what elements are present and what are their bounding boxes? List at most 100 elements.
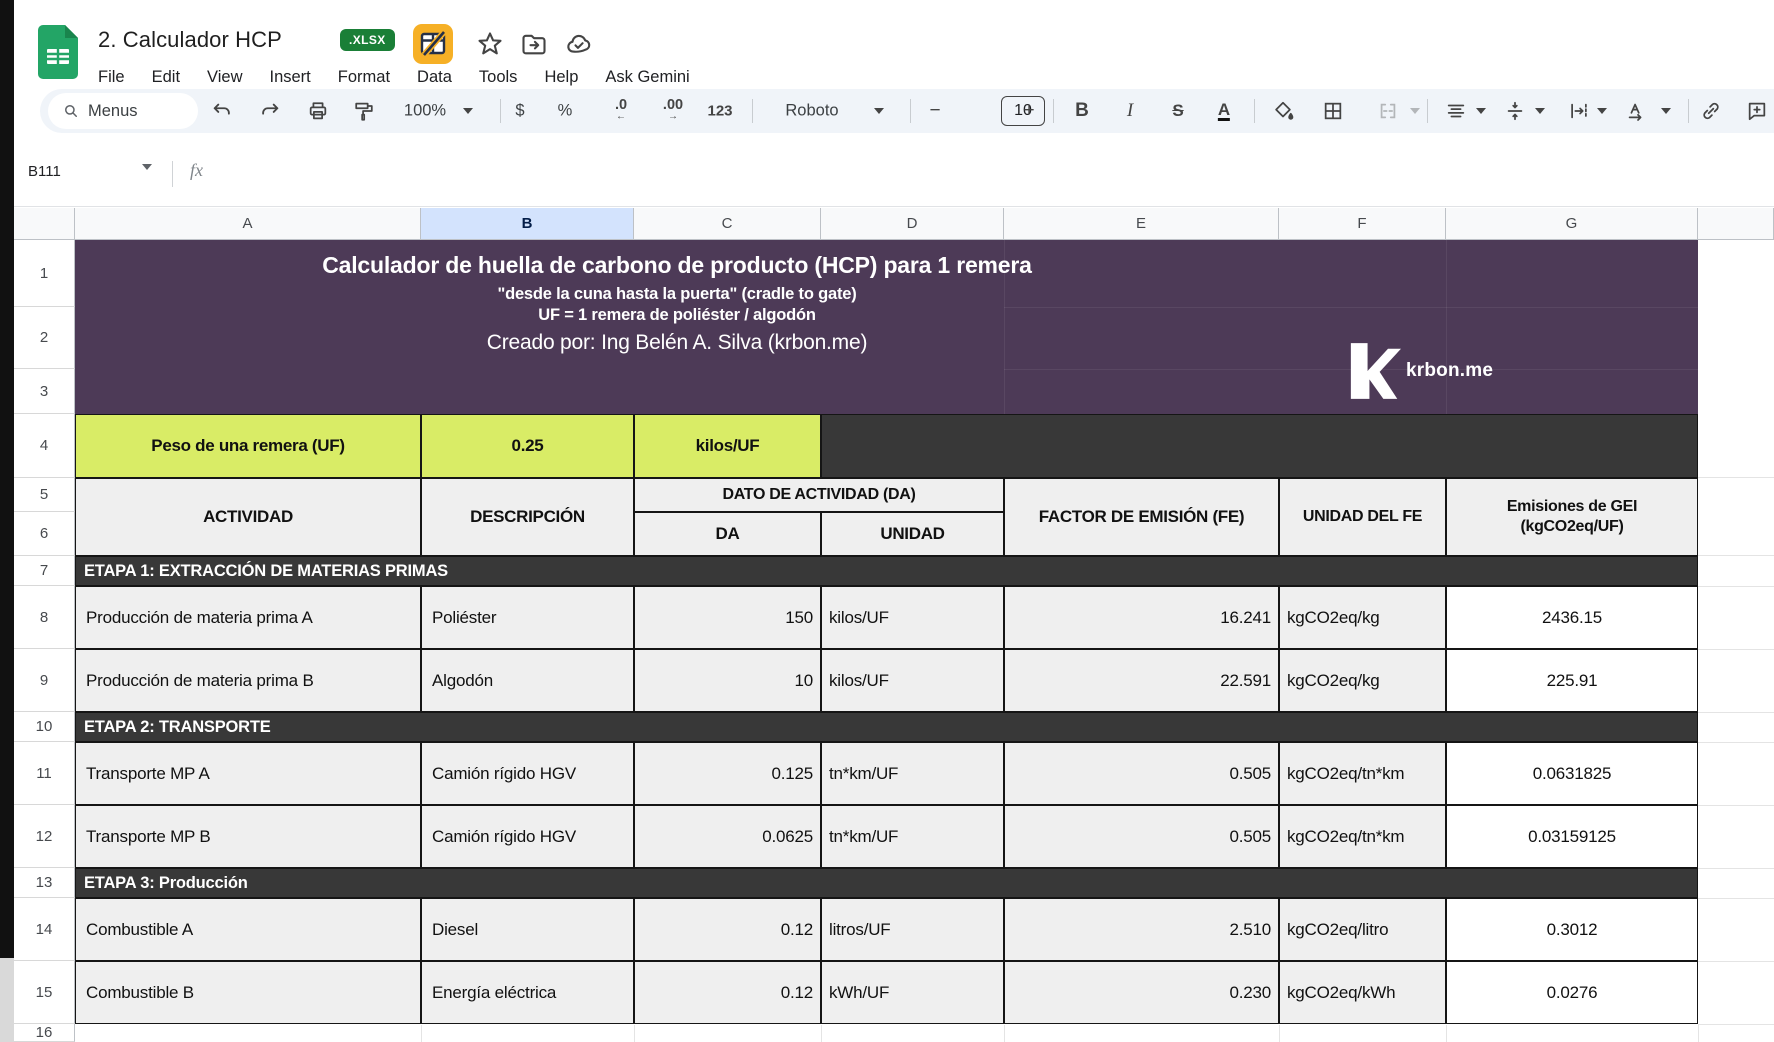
menus-search-button[interactable]: Menus [48, 93, 198, 129]
borders-button[interactable] [1322, 100, 1344, 122]
header-dato-actividad[interactable]: DATO DE ACTIVIDAD (DA) [634, 478, 1004, 512]
cell-b12[interactable]: Camión rígido HGV [421, 805, 634, 868]
insert-comment-button[interactable] [1746, 100, 1768, 122]
name-box-caret-icon[interactable] [142, 170, 152, 188]
cell-c12[interactable]: 0.0625 [634, 805, 821, 868]
cell-f11[interactable]: kgCO2eq/tn*km [1279, 742, 1446, 805]
cell-f14[interactable]: kgCO2eq/litro [1279, 898, 1446, 961]
row-header-7[interactable]: 7 [14, 556, 75, 586]
increase-font-size-button[interactable]: + [1023, 100, 1034, 122]
header-factor-emision[interactable]: FACTOR DE EMISIÓN (FE) [1004, 478, 1279, 556]
sheets-logo-icon[interactable] [38, 25, 78, 79]
row-header-13[interactable]: 13 [14, 868, 75, 898]
cell-d12[interactable]: tn*km/UF [821, 805, 1004, 868]
row-header-16[interactable]: 16 [14, 1024, 75, 1042]
cell-g11[interactable]: 0.0631825 [1446, 742, 1698, 805]
col-header-e[interactable]: E [1004, 208, 1279, 240]
cell-e9[interactable]: 22.591 [1004, 649, 1279, 712]
header-unidad-fe[interactable]: UNIDAD DEL FE [1279, 478, 1446, 556]
paint-format-button[interactable] [353, 100, 375, 122]
vertical-align-button[interactable] [1504, 100, 1526, 122]
col-header-a[interactable]: A [75, 208, 421, 240]
row-header-14[interactable]: 14 [14, 898, 75, 961]
cell-g15[interactable]: 0.0276 [1446, 961, 1698, 1024]
cell-g12[interactable]: 0.03159125 [1446, 805, 1698, 868]
row-header-15[interactable]: 15 [14, 961, 75, 1024]
cell-weight-label[interactable]: Peso de una remera (UF) [75, 414, 421, 478]
decrease-decimals-button[interactable]: .0← [615, 100, 627, 122]
header-descripcion[interactable]: DESCRIPCIÓN [421, 478, 634, 556]
cell-f12[interactable]: kgCO2eq/tn*km [1279, 805, 1446, 868]
decrease-font-size-button[interactable]: − [929, 100, 940, 122]
text-wrap-caret-icon[interactable] [1597, 108, 1607, 114]
font-caret-icon[interactable] [874, 108, 884, 114]
cell-a15[interactable]: Combustible B [75, 961, 421, 1024]
row-header-1[interactable]: 1 [14, 240, 75, 307]
text-wrap-button[interactable] [1568, 100, 1590, 122]
menu-help[interactable]: Help [544, 68, 578, 87]
cell-g8[interactable]: 2436.15 [1446, 586, 1698, 649]
cell-c11[interactable]: 0.125 [634, 742, 821, 805]
cell-f15[interactable]: kgCO2eq/kWh [1279, 961, 1446, 1024]
menu-view[interactable]: View [207, 68, 242, 87]
cell-c15[interactable]: 0.12 [634, 961, 821, 1024]
row-header-12[interactable]: 12 [14, 805, 75, 868]
vertical-align-caret-icon[interactable] [1535, 108, 1545, 114]
cell-f9[interactable]: kgCO2eq/kg [1279, 649, 1446, 712]
col-header-h-partial[interactable] [1698, 208, 1774, 240]
strikethrough-button[interactable]: S [1172, 101, 1183, 121]
row-header-9[interactable]: 9 [14, 649, 75, 712]
menu-edit[interactable]: Edit [152, 68, 180, 87]
col-header-g[interactable]: G [1446, 208, 1698, 240]
formula-input[interactable] [234, 163, 1734, 185]
row-header-10[interactable]: 10 [14, 712, 75, 742]
menu-tools[interactable]: Tools [479, 68, 518, 87]
font-select[interactable]: Roboto [785, 102, 838, 121]
print-button[interactable] [307, 100, 329, 122]
cell-a9[interactable]: Producción de materia prima B [75, 649, 421, 712]
cell-b9[interactable]: Algodón [421, 649, 634, 712]
banner-cell[interactable]: Calculador de huella de carbono de produ… [75, 240, 1698, 414]
redo-button[interactable] [259, 100, 281, 122]
menu-data[interactable]: Data [417, 68, 452, 87]
cell-weight-filler-dark[interactable] [821, 414, 1698, 478]
insert-link-button[interactable] [1700, 100, 1722, 122]
more-formats-button[interactable]: 123 [707, 103, 732, 120]
fill-color-button[interactable] [1272, 100, 1294, 122]
cell-a11[interactable]: Transporte MP A [75, 742, 421, 805]
cell-a12[interactable]: Transporte MP B [75, 805, 421, 868]
row-header-4[interactable]: 4 [14, 414, 75, 478]
move-folder-icon[interactable] [520, 30, 548, 58]
cell-d11[interactable]: tn*km/UF [821, 742, 1004, 805]
zoom-select[interactable]: 100% [404, 102, 446, 121]
increase-decimals-button[interactable]: .00→ [663, 100, 683, 122]
cell-weight-value[interactable]: 0.25 [421, 414, 634, 478]
header-emisiones[interactable]: Emisiones de GEI (kgCO2eq/UF) [1446, 478, 1698, 556]
etapa-3-band[interactable]: ETAPA 3: Producción [75, 868, 1698, 898]
cell-e12[interactable]: 0.505 [1004, 805, 1279, 868]
bold-button[interactable]: B [1075, 100, 1089, 122]
col-header-b[interactable]: B [421, 208, 634, 240]
italic-button[interactable]: I [1127, 100, 1133, 122]
row-header-8[interactable]: 8 [14, 586, 75, 649]
cell-c9[interactable]: 10 [634, 649, 821, 712]
header-da[interactable]: DA [634, 512, 821, 556]
menu-insert[interactable]: Insert [270, 68, 311, 87]
menu-format[interactable]: Format [338, 68, 390, 87]
horizontal-align-caret-icon[interactable] [1476, 108, 1486, 114]
cell-e14[interactable]: 2.510 [1004, 898, 1279, 961]
row-header-2[interactable]: 2 [14, 307, 75, 369]
text-color-button[interactable]: A [1218, 101, 1230, 121]
cell-weight-unit[interactable]: kilos/UF [634, 414, 821, 478]
cell-b14[interactable]: Diesel [421, 898, 634, 961]
row-header-11[interactable]: 11 [14, 742, 75, 805]
cell-f8[interactable]: kgCO2eq/kg [1279, 586, 1446, 649]
name-box[interactable]: B111 [28, 163, 61, 180]
text-rotation-button[interactable] [1625, 100, 1647, 122]
cell-c14[interactable]: 0.12 [634, 898, 821, 961]
cell-e15[interactable]: 0.230 [1004, 961, 1279, 1024]
horizontal-align-button[interactable] [1445, 100, 1467, 122]
text-rotation-caret-icon[interactable] [1661, 108, 1671, 114]
header-actividad[interactable]: ACTIVIDAD [75, 478, 421, 556]
cell-e8[interactable]: 16.241 [1004, 586, 1279, 649]
